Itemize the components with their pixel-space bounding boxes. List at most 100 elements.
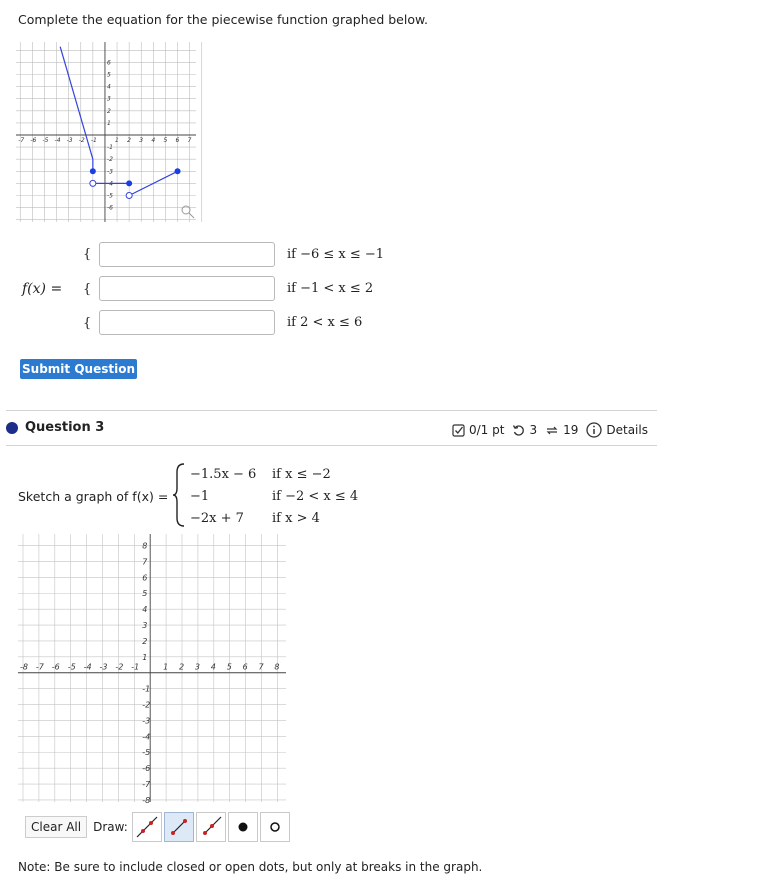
sketch-label: Sketch a graph of f(x) = <box>18 489 169 504</box>
x-tick-label: -6 <box>30 137 36 144</box>
piece-3-expr: −2x + 7 <box>190 511 244 526</box>
y-tick-label: 6 <box>142 573 147 582</box>
y-tick-label: -5 <box>142 748 150 757</box>
piece-2-cond: if −2 < x ≤ 4 <box>272 489 359 504</box>
ray-tool-icon <box>202 816 222 835</box>
line-tool-button[interactable] <box>131 812 162 842</box>
x-tick-label: -5 <box>42 137 48 144</box>
segment-tool-icon <box>170 819 187 835</box>
retries-count: 3 <box>529 423 538 437</box>
question-meta: 0/1 pt 3 19 Details <box>452 422 648 438</box>
x-tick-label: -5 <box>68 663 76 672</box>
closed-dot-icon <box>238 822 248 832</box>
segment-tool-button[interactable] <box>163 812 194 842</box>
x-tick-label: -3 <box>67 137 73 144</box>
piece-1-expr: −1.5x − 6 <box>190 467 257 482</box>
question-status-dot <box>6 422 18 434</box>
question-label: Question 3 <box>25 420 105 435</box>
info-icon[interactable] <box>586 422 603 438</box>
open-dot <box>125 192 133 199</box>
score-text: 0/1 pt <box>469 423 505 437</box>
details-link[interactable]: Details <box>606 423 648 437</box>
question-prompt: Complete the equation for the piecewise … <box>18 12 429 27</box>
piece-1-input[interactable] <box>99 242 275 267</box>
x-tick-label: -2 <box>115 663 123 672</box>
piece-2-input[interactable] <box>99 276 275 301</box>
y-tick-label: -2 <box>142 701 150 710</box>
y-tick-label: 5 <box>107 72 111 79</box>
clear-all-button[interactable]: Clear All <box>25 816 88 838</box>
y-tick-label: -8 <box>142 796 150 805</box>
piece-3-input[interactable] <box>99 310 275 335</box>
submissions-count: 19 <box>563 423 579 437</box>
y-tick-label: -4 <box>142 732 150 741</box>
segment-1 <box>59 46 94 160</box>
y-tick-label: 2 <box>142 637 147 646</box>
checkbox-score-icon <box>452 423 465 437</box>
x-tick-label: 7 <box>259 663 265 672</box>
ray-tool-button[interactable] <box>195 812 226 842</box>
piece-1-cond: if x ≤ −2 <box>272 467 331 482</box>
y-tick-label: -6 <box>142 764 150 773</box>
open-dot-button[interactable] <box>259 812 290 842</box>
x-tick-label: 6 <box>176 137 180 144</box>
x-tick-label: -1 <box>91 137 97 144</box>
y-tick-label: 4 <box>142 605 147 614</box>
y-tick-label: 8 <box>142 542 147 551</box>
brace-3: { <box>83 316 92 331</box>
piece-3-cond: if x > 4 <box>272 511 320 526</box>
drawing-graph-canvas[interactable]: -8 -7 -6 -5 -4 -3 -2 -1 1 2 3 4 5 6 7 887654321-1-2-3-4… <box>16 530 288 806</box>
open-dot <box>89 179 97 187</box>
closed-dot <box>89 168 96 175</box>
x-tick-label: 2 <box>127 137 131 144</box>
piecewise-graph: -7-6-5-4-3-2-11234567654321-1-2-3-4-5-6 <box>16 42 203 222</box>
x-tick-label: 3 <box>195 663 200 672</box>
y-tick-label: -2 <box>107 156 113 163</box>
brace-1: { <box>83 247 92 262</box>
closed-dot <box>174 168 181 175</box>
x-tick-label: -7 <box>36 663 45 672</box>
x-tick-label: -1 <box>131 663 139 672</box>
y-tick-label: -1 <box>107 144 113 151</box>
y-tick-label: 7 <box>142 557 148 566</box>
x-tick-label: 4 <box>211 663 216 672</box>
x-tick-label: 2 <box>179 663 184 672</box>
x-tick-label: 7 <box>188 137 192 144</box>
x-tick-label: 3 <box>139 137 143 144</box>
y-tick-label: 3 <box>142 621 147 630</box>
x-tick-label: 6 <box>243 663 248 672</box>
draw-toolbar: Clear All Draw: <box>25 812 290 842</box>
x-tick-label: 1 <box>115 137 119 144</box>
x-tick-label: -8 <box>20 663 28 672</box>
x-tick-label: 4 <box>151 137 155 144</box>
draw-label: Draw: <box>93 820 128 834</box>
y-tick-label: -7 <box>142 780 151 789</box>
piece-2-expr: −1 <box>190 489 210 504</box>
condition-1: if −6 ≤ x ≤ −1 <box>287 247 385 262</box>
y-tick-label: 5 <box>142 589 147 598</box>
y-tick-label: 1 <box>142 653 147 662</box>
closed-dot-button[interactable] <box>227 812 258 842</box>
x-tick-label: -4 <box>55 137 61 144</box>
x-tick-label: -4 <box>84 663 92 672</box>
open-dot-icon <box>270 822 280 832</box>
y-tick-label: -3 <box>142 716 150 725</box>
y-tick-label: 4 <box>107 84 111 91</box>
x-tick-label: 5 <box>227 663 232 672</box>
retry-icon <box>513 424 525 436</box>
line-tool-icon <box>136 816 158 838</box>
y-tick-label: 2 <box>107 108 111 115</box>
y-tick-label: 6 <box>107 59 111 66</box>
y-tick-label: -6 <box>107 205 113 212</box>
x-tick-label: 8 <box>274 663 279 672</box>
submit-button[interactable]: Submit Question <box>20 359 137 379</box>
y-tick-label: 3 <box>107 96 111 103</box>
x-tick-label: -7 <box>18 137 24 144</box>
brace-2: { <box>83 282 92 297</box>
note-text: Note: Be sure to include closed or open … <box>18 860 483 874</box>
x-tick-label: 1 <box>163 663 168 672</box>
x-tick-label: -2 <box>79 137 85 144</box>
x-tick-label: -6 <box>52 663 60 672</box>
y-tick-label: -5 <box>107 193 113 200</box>
condition-2: if −1 < x ≤ 2 <box>287 281 374 296</box>
